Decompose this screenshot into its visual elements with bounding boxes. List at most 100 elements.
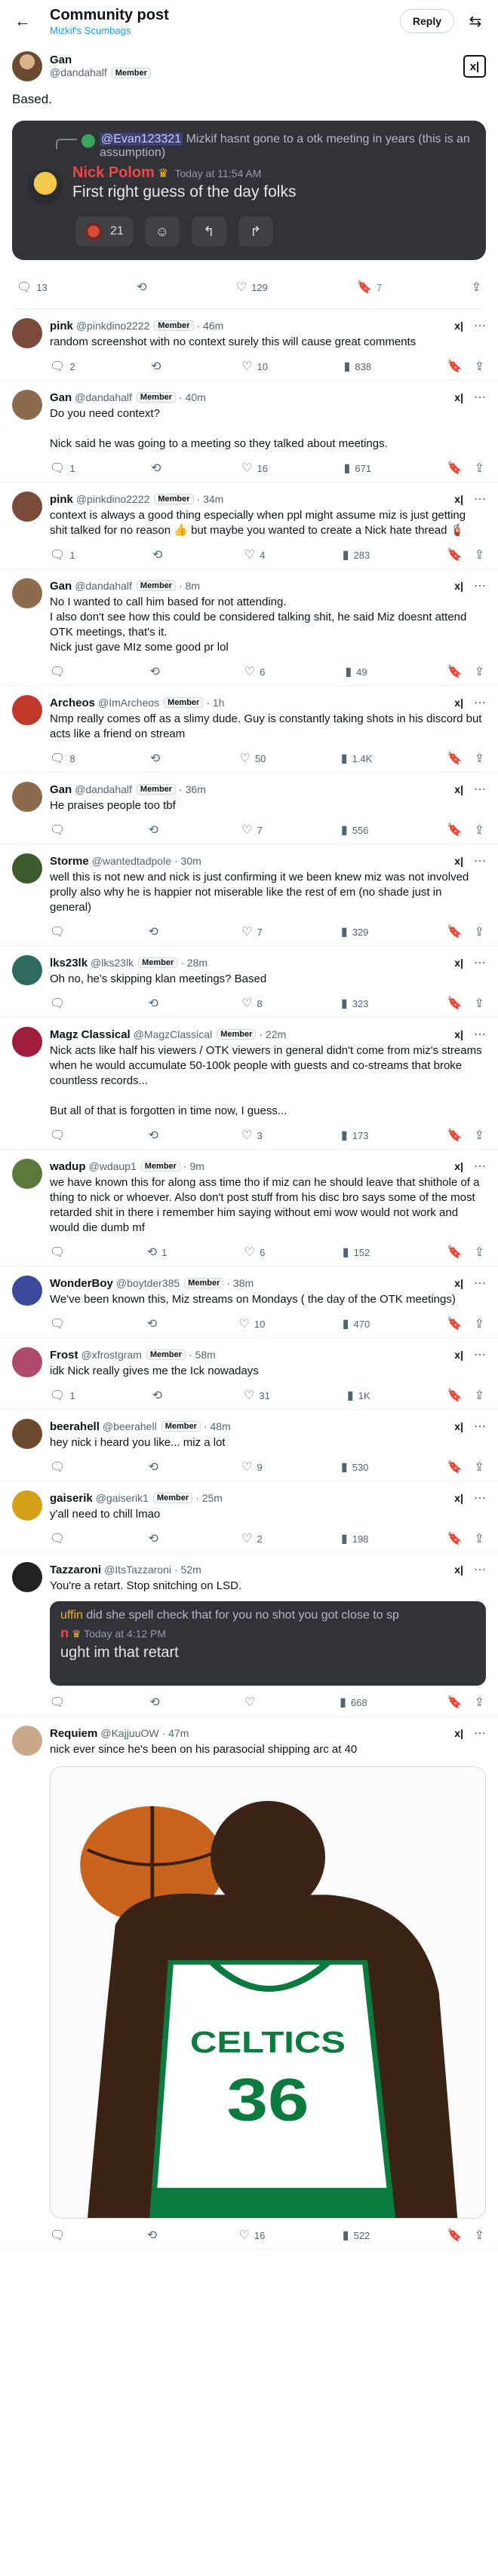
reply-author-handle[interactable]: @pinkdino2222 [76,493,150,505]
like-action[interactable]: ♡ 8 [241,996,263,1011]
repost-action[interactable]: ⟲ [149,1460,163,1475]
bookmark-icon[interactable]: 🔖 [447,2228,463,2243]
avatar[interactable] [12,955,42,985]
bookmark-icon[interactable]: 🔖 [447,1245,463,1260]
views-action[interactable]: ▮ 671 [344,461,372,476]
grok-icon[interactable]: x| [454,855,463,867]
avatar[interactable] [12,853,42,884]
reply-author-handle[interactable]: @beerahell [103,1420,157,1432]
repost-action[interactable]: ⟲ 1 [147,1245,168,1260]
reply-author-name[interactable]: gaiserik [50,1492,93,1505]
like-action[interactable]: ♡ 7 [241,822,263,838]
share-icon[interactable]: ⇪ [475,1316,484,1331]
like-action[interactable]: ♡ 9 [241,1460,263,1475]
reply-author-handle[interactable]: @gaiserik1 [96,1492,149,1504]
bookmark-icon[interactable]: 🔖 [447,1460,463,1475]
views-action[interactable]: ▮ 198 [341,1531,369,1546]
reply-action[interactable]: 🗨 8 [50,751,75,766]
reply-item[interactable]: WonderBoy @boytder385 Member · 38m x| ⋯ … [0,1267,498,1338]
reply-author-handle[interactable]: @MagzClassical [134,1028,212,1040]
views-action[interactable]: ▮ 1K [347,1388,370,1403]
share-icon[interactable]: ⇪ [475,924,484,939]
views-action[interactable]: ▮ 522 [343,2228,370,2243]
avatar[interactable] [12,695,42,725]
reply-action[interactable]: 🗨 [50,1128,69,1143]
repost-action[interactable]: ⟲ [151,461,165,476]
grok-icon[interactable]: x| [454,1349,463,1361]
reply-item[interactable]: beerahell @beerahell Member · 48m x| ⋯ h… [0,1410,498,1481]
reply-author-name[interactable]: beerahell [50,1420,100,1433]
avatar[interactable] [12,578,42,608]
reply-author-handle[interactable]: @lks23lk [91,957,134,969]
reply-time[interactable]: · 34m [197,493,224,505]
reply-author-name[interactable]: Magz Classical [50,1028,131,1041]
repost-action[interactable]: ⟲ [151,359,165,374]
reply-time[interactable]: · 40m [179,391,206,403]
reply-time[interactable]: · 38m [226,1277,254,1289]
author-handle[interactable]: @dandahalf [50,66,107,78]
share-icon[interactable]: ⇪ [475,461,484,476]
grok-icon[interactable]: x| [454,1727,463,1739]
repost-action[interactable]: ⟲ [149,822,163,838]
repost-action[interactable]: ⟲ [147,2228,161,2243]
reply-item[interactable]: Magz Classical @MagzClassical Member · 2… [0,1018,498,1150]
reply-item[interactable]: Frost @xfrostgram Member · 58m x| ⋯ idk … [0,1338,498,1410]
repost-action[interactable]: ⟲ [137,280,146,295]
reply-author-name[interactable]: Gan [50,580,72,593]
reply-author-name[interactable]: WonderBoy [50,1277,113,1290]
bookmark-icon[interactable]: 🔖 [447,1128,463,1143]
reply-author-handle[interactable]: @xfrostgram [81,1349,142,1361]
reply-action[interactable]: 🗨 [50,996,69,1011]
like-action[interactable]: ♡ [244,1695,260,1710]
reply-time[interactable]: · 25m [195,1492,223,1504]
bookmark-icon[interactable]: 🔖 [447,996,463,1011]
reply-action[interactable]: 🗨 13 [17,280,48,295]
more-icon[interactable]: ⋯ [474,318,486,333]
bookmark-icon[interactable]: 🔖 [447,1388,463,1403]
share-icon[interactable]: ⇪ [475,1245,484,1260]
bookmark-icon[interactable]: 🔖 [447,822,463,838]
views-action[interactable]: ▮ 838 [344,359,372,374]
reply-action[interactable]: 🗨 [50,1695,69,1710]
bookmark-icon[interactable]: 🔖 [447,461,463,476]
reply-action[interactable]: 🗨 [50,1316,69,1331]
reply-action[interactable]: 🗨 [50,2228,69,2243]
back-arrow-icon[interactable]: ← [9,8,36,35]
share-action[interactable]: ⇪ [472,280,481,295]
grok-icon[interactable]: x| [454,957,463,969]
reply-author-handle[interactable]: @pinkdino2222 [76,320,150,332]
like-action[interactable]: ♡ 6 [244,664,266,679]
like-action[interactable]: ♡ 129 [236,280,268,295]
avatar[interactable] [12,1159,42,1189]
reply-action[interactable]: 🗨 1 [50,461,75,476]
like-action[interactable]: ♡ 2 [241,1531,263,1546]
grok-icon[interactable]: x| [454,580,463,592]
like-action[interactable]: ♡ 6 [244,1245,266,1260]
reply-author-handle[interactable]: @dandahalf [75,783,132,795]
reply-time[interactable]: · 30m [174,855,201,867]
reply-time[interactable]: · 58m [189,1349,216,1361]
grok-icon[interactable]: x| [454,1492,463,1504]
more-icon[interactable]: ⋯ [474,1726,486,1741]
reply-time[interactable]: · 36m [179,783,206,795]
share-icon[interactable]: ⇪ [475,1695,484,1710]
reply-author-name[interactable]: lks23lk [50,957,88,969]
more-icon[interactable]: ⋯ [474,782,486,797]
repost-action[interactable]: ⟲ [152,547,167,562]
share-icon[interactable]: ⇪ [475,822,484,838]
like-action[interactable]: ♡ 7 [241,924,263,939]
reply-author-name[interactable]: Requiem [50,1727,97,1740]
bookmark-icon[interactable]: 🔖 [447,1695,463,1710]
grok-icon[interactable]: x| [454,1420,463,1432]
share-icon[interactable]: ⇪ [475,1531,484,1546]
bookmark-icon[interactable]: 🔖 [447,1316,463,1331]
reply-author-name[interactable]: Gan [50,391,72,404]
share-icon[interactable]: ⇪ [475,664,484,679]
like-action[interactable]: ♡ 16 [239,2228,266,2243]
avatar[interactable] [12,1726,42,1756]
reply-item[interactable]: Gan @dandahalf Member · 40m x| ⋯ Do you … [0,381,498,482]
reply-author-handle[interactable]: @boytder385 [116,1277,180,1289]
reply-time[interactable]: · 8m [179,580,200,592]
reply-item[interactable]: Storme @wantedtadpole · 30m x| ⋯ well th… [0,844,498,946]
views-action[interactable]: ▮ 470 [343,1316,370,1331]
